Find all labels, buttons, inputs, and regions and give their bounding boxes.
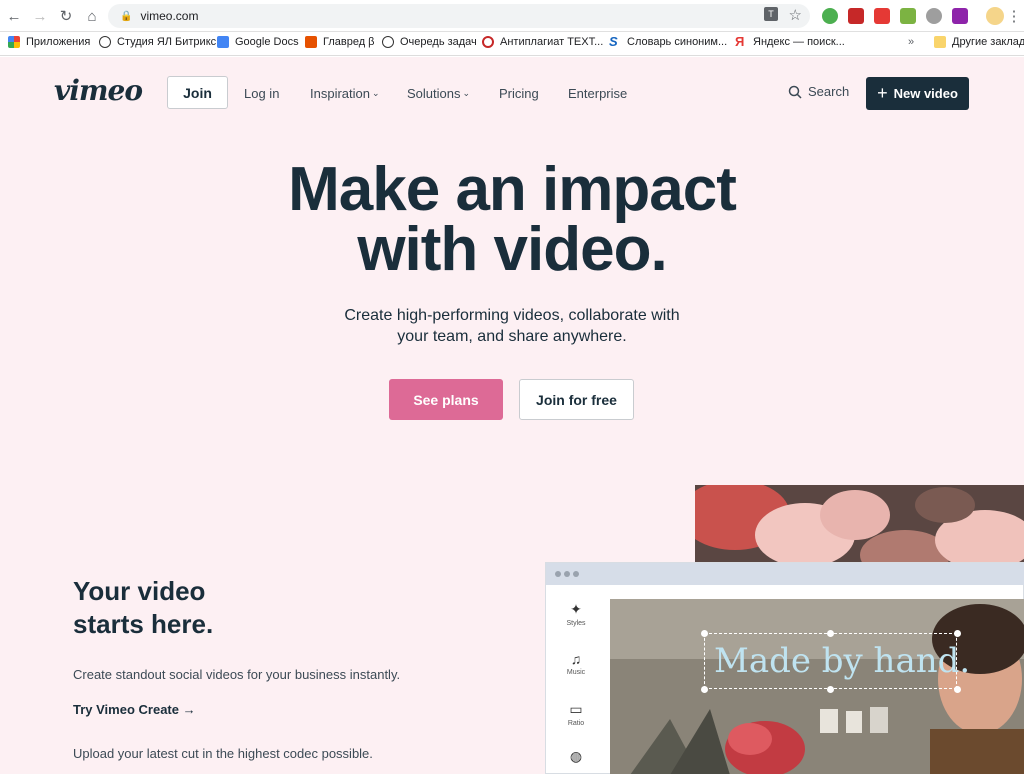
bookmarks-overflow-icon[interactable]: » [908, 36, 914, 48]
lock-icon: 🔒 [120, 10, 133, 22]
window-dot [573, 571, 579, 577]
window-dot [564, 571, 570, 577]
glavred-icon [305, 36, 317, 48]
editor-preview: ✦ Styles ♫ Music ▭ Ratio ◍ Made by hand. [545, 562, 1024, 774]
bookmarks-bar: Приложения Студия ЯЛ Битрикс Google Docs… [0, 32, 1024, 56]
url-text: vimeo.com [140, 9, 199, 23]
hero-subtitle: Create high-performing videos, collabora… [344, 307, 680, 345]
translate-icon[interactable]: T [764, 7, 778, 21]
flowers-art [695, 485, 1024, 565]
hero-title: Make an impact with video. [288, 155, 737, 284]
see-plans-button[interactable]: See plans [389, 379, 503, 420]
new-video-button[interactable]: + New video [866, 77, 969, 110]
synonyms-icon: S [609, 34, 618, 49]
tasks-icon [382, 36, 394, 48]
music-tool[interactable]: ♫ Music [556, 651, 596, 676]
try-vimeo-create-link[interactable]: Try Vimeo Create → [73, 702, 196, 717]
extension-icon[interactable] [848, 8, 864, 24]
yandex-icon: Я [735, 34, 745, 49]
ratio-icon: ▭ [569, 701, 583, 717]
enterprise-link[interactable]: Enterprise [568, 86, 627, 101]
chevron-down-icon: ⌄ [371, 88, 380, 98]
search-icon [788, 85, 802, 99]
resize-handle[interactable] [701, 686, 708, 693]
flowers-image [695, 485, 1024, 565]
music-note-icon: ♫ [570, 651, 582, 667]
bookmark-item[interactable]: Приложения [8, 36, 90, 48]
apps-icon [8, 36, 20, 48]
extension-icon[interactable] [900, 8, 916, 24]
join-for-free-button[interactable]: Join for free [519, 379, 634, 420]
resize-handle[interactable] [954, 686, 961, 693]
bookmark-item[interactable]: Студия ЯЛ Битрикс [99, 36, 216, 48]
resize-handle[interactable] [827, 630, 834, 637]
section-title: Your video starts here. [73, 576, 214, 639]
bookmark-item[interactable]: Антиплагиат TEXT... [482, 36, 603, 48]
search-button[interactable]: Search [788, 84, 849, 99]
bitrix-icon [99, 36, 111, 48]
join-button[interactable]: Join [167, 76, 228, 109]
pricing-link[interactable]: Pricing [499, 86, 539, 101]
back-icon[interactable]: ← [4, 6, 24, 26]
styles-tool[interactable]: ✦ Styles [556, 601, 596, 627]
folder-icon [934, 36, 946, 48]
extension-icon[interactable] [926, 8, 942, 24]
video-preview: Made by hand. [610, 599, 1024, 774]
plus-icon: + [877, 83, 888, 103]
bookmark-item[interactable]: Я Яндекс — поиск... [735, 34, 845, 49]
window-dot [555, 571, 561, 577]
magic-wand-icon: ✦ [570, 601, 582, 617]
solutions-menu[interactable]: Solutions ⌄ [407, 86, 470, 101]
profile-avatar[interactable] [986, 7, 1004, 25]
palette-tool[interactable]: ◍ [556, 748, 596, 767]
resize-handle[interactable] [701, 630, 708, 637]
bookmark-item[interactable]: Очередь задач [382, 36, 477, 48]
palette-icon: ◍ [569, 748, 583, 764]
vimeo-logo[interactable]: vimeo [54, 74, 143, 107]
address-bar[interactable]: 🔒 vimeo.com T ☆ [108, 4, 810, 28]
chevron-down-icon: ⌄ [462, 88, 471, 98]
bookmark-item[interactable]: Главред β [305, 36, 375, 48]
section-text-2: Upload your latest cut in the highest co… [73, 746, 373, 761]
bookmark-star-icon[interactable]: ☆ [789, 6, 802, 24]
forward-icon[interactable]: → [30, 6, 50, 26]
bookmark-item[interactable]: Google Docs [217, 36, 299, 48]
overlay-text[interactable]: Made by hand. [714, 641, 970, 681]
bookmark-folder[interactable]: Другие закладки [934, 36, 1024, 48]
antiplagiat-icon [482, 36, 494, 48]
extension-icon[interactable] [874, 8, 890, 24]
vimeo-page: vimeo Join Log in Inspiration ⌄ Solutions… [0, 57, 1024, 774]
inspiration-menu[interactable]: Inspiration ⌄ [310, 86, 380, 101]
menu-icon[interactable]: ⋮ [1004, 6, 1024, 26]
ratio-tool[interactable]: ▭ Ratio [556, 701, 596, 727]
bookmark-item[interactable]: S Словарь синоним... [609, 34, 727, 49]
extension-icon[interactable] [822, 8, 838, 24]
resize-handle[interactable] [954, 630, 961, 637]
section-text: Create standout social videos for your b… [73, 667, 401, 682]
editor-titlebar [546, 563, 1024, 585]
resize-handle[interactable] [827, 686, 834, 693]
home-icon[interactable]: ⌂ [82, 6, 102, 26]
browser-toolbar: ← → ↻ ⌂ 🔒 vimeo.com T ☆ ⋮ [0, 0, 1024, 32]
docs-icon [217, 36, 229, 48]
arrow-right-icon: → [182, 702, 196, 717]
login-link[interactable]: Log in [244, 86, 279, 101]
extension-icon[interactable] [952, 8, 968, 24]
reload-icon[interactable]: ↻ [56, 6, 76, 26]
